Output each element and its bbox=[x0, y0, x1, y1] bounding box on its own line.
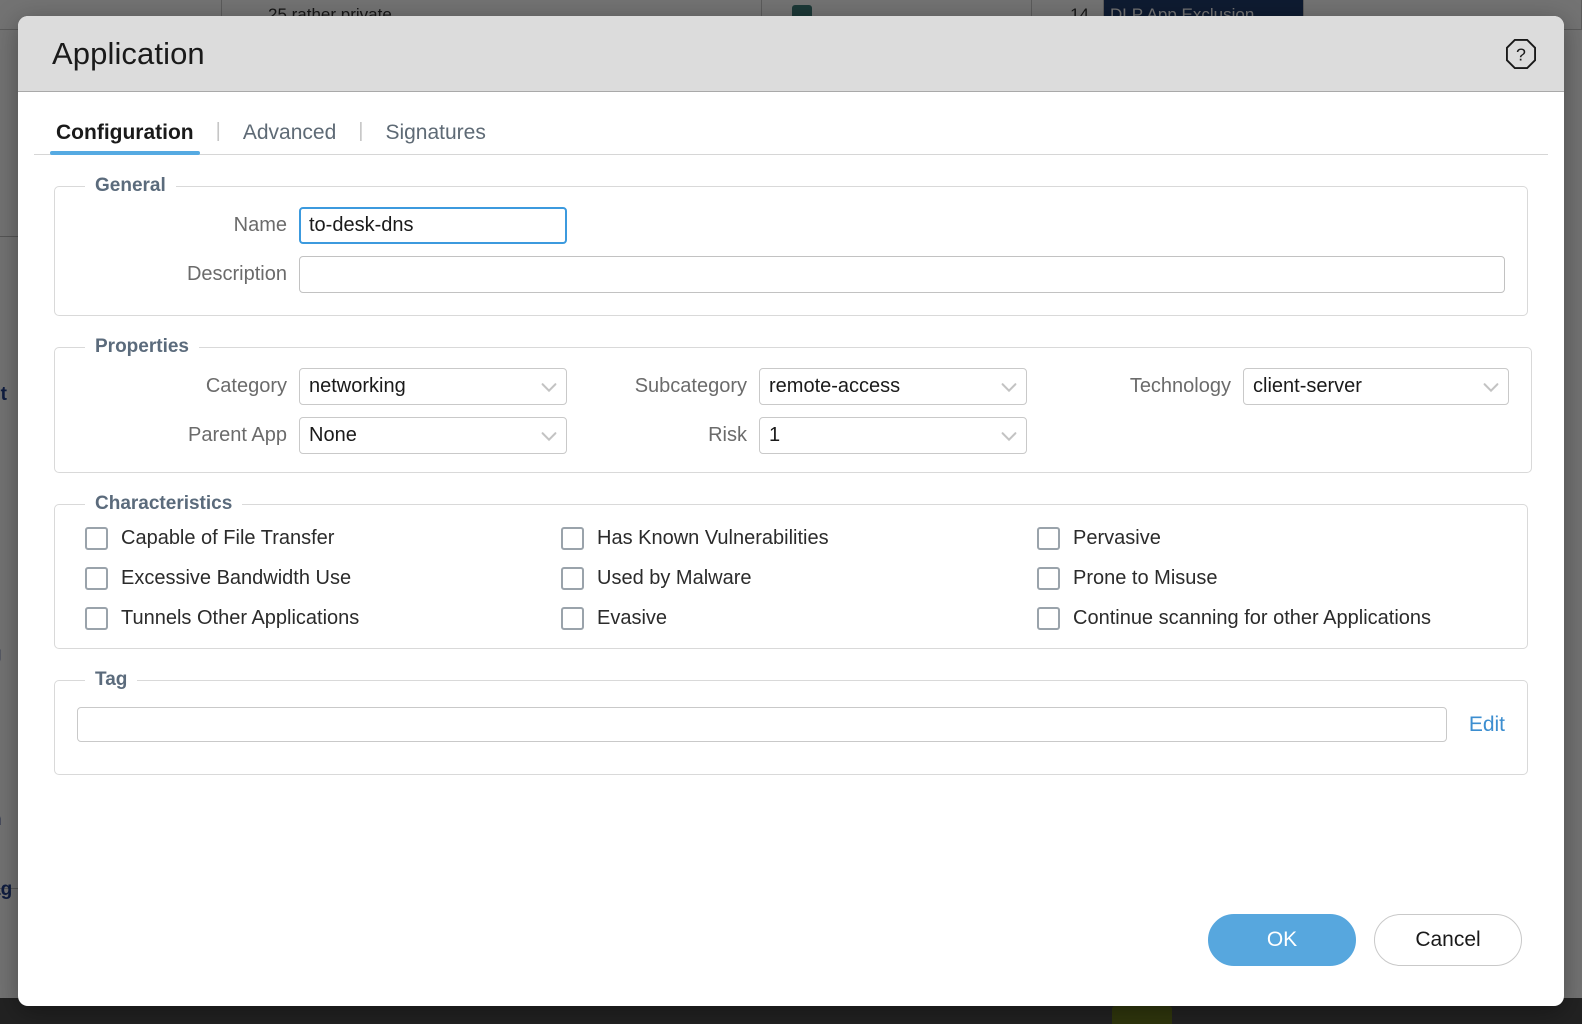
tag-input[interactable] bbox=[77, 707, 1447, 742]
technology-select[interactable]: client-server bbox=[1243, 368, 1509, 405]
tag-row: Edit bbox=[77, 707, 1505, 742]
subcategory-label: Subcategory bbox=[634, 375, 747, 397]
checkbox-capable-of-file-transfer[interactable]: Capable of File Transfer bbox=[85, 527, 561, 550]
category-value: networking bbox=[309, 375, 406, 397]
chevron-down-icon bbox=[1483, 382, 1499, 392]
checkbox-evasive[interactable]: Evasive bbox=[561, 607, 1037, 630]
svg-text:?: ? bbox=[1516, 44, 1526, 64]
cancel-button[interactable]: Cancel bbox=[1374, 914, 1522, 966]
checkbox-label: Excessive Bandwidth Use bbox=[121, 567, 352, 589]
tab-signatures[interactable]: Signatures bbox=[381, 122, 489, 154]
dialog-title: Application bbox=[52, 35, 205, 71]
checkbox-used-by-malware[interactable]: Used by Malware bbox=[561, 567, 1037, 590]
description-label: Description bbox=[186, 263, 287, 285]
dialog-body: Configuration | Advanced | Signatures Ge… bbox=[18, 92, 1564, 914]
checkbox-box-icon[interactable] bbox=[561, 607, 584, 630]
tab-advanced[interactable]: Advanced bbox=[239, 122, 340, 154]
section-tag: Tag Edit bbox=[54, 669, 1528, 775]
section-general-legend: General bbox=[95, 175, 166, 196]
parent-app-label: Parent App bbox=[188, 424, 287, 446]
checkbox-box-icon[interactable] bbox=[561, 567, 584, 590]
checkbox-label: Evasive bbox=[597, 607, 668, 629]
chevron-down-icon bbox=[1001, 382, 1017, 392]
tab-configuration[interactable]: Configuration bbox=[50, 122, 200, 155]
risk-label: Risk bbox=[708, 424, 747, 446]
chevron-down-icon bbox=[541, 431, 557, 441]
checkbox-label: Pervasive bbox=[1073, 527, 1161, 549]
category-select[interactable]: networking bbox=[299, 368, 567, 405]
checkbox-label: Capable of File Transfer bbox=[121, 527, 335, 549]
checkbox-label: Has Known Vulnerabilities bbox=[597, 527, 829, 549]
subcategory-select[interactable]: remote-access bbox=[759, 368, 1027, 405]
dialog-footer: OK Cancel bbox=[18, 914, 1564, 1006]
tab-separator: | bbox=[358, 120, 364, 142]
checkbox-has-known-vulnerabilities[interactable]: Has Known Vulnerabilities bbox=[561, 527, 1037, 550]
checkbox-box-icon[interactable] bbox=[85, 527, 108, 550]
field-row-description: Description bbox=[77, 256, 1505, 293]
checkbox-box-icon[interactable] bbox=[561, 527, 584, 550]
checkbox-label: Tunnels Other Applications bbox=[121, 607, 360, 629]
field-row-parent-app: Parent App None Risk 1 bbox=[77, 417, 1509, 454]
chevron-down-icon bbox=[541, 382, 557, 392]
parent-app-value: None bbox=[309, 424, 357, 446]
checkbox-continue-scanning-for-other-applications[interactable]: Continue scanning for other Applications bbox=[1037, 607, 1505, 630]
field-row-name: Name bbox=[77, 207, 1505, 244]
name-input[interactable] bbox=[299, 207, 567, 244]
checkbox-label: Used by Malware bbox=[597, 567, 752, 589]
checkbox-box-icon[interactable] bbox=[1037, 527, 1060, 550]
checkbox-box-icon[interactable] bbox=[1037, 607, 1060, 630]
checkbox-label: Prone to Misuse bbox=[1073, 567, 1218, 589]
section-properties-legend: Properties bbox=[95, 336, 189, 357]
risk-value: 1 bbox=[769, 424, 781, 446]
help-question-icon[interactable]: ? bbox=[1506, 38, 1536, 69]
checkbox-box-icon[interactable] bbox=[85, 607, 108, 630]
tab-separator: | bbox=[215, 120, 221, 142]
section-general: General Name Description bbox=[54, 175, 1528, 316]
page-root: 25 rather private 14 DLP App Exclusion s… bbox=[0, 0, 1582, 1024]
section-characteristics: Characteristics Capable of File Transfer… bbox=[54, 493, 1528, 649]
characteristics-grid: Capable of File Transfer Has Known Vulne… bbox=[77, 527, 1505, 630]
category-label: Category bbox=[205, 375, 287, 397]
checkbox-box-icon[interactable] bbox=[1037, 567, 1060, 590]
checkbox-box-icon[interactable] bbox=[85, 567, 108, 590]
checkbox-excessive-bandwidth-use[interactable]: Excessive Bandwidth Use bbox=[85, 567, 561, 590]
dialog-header: Application ? bbox=[18, 16, 1564, 92]
field-row-category: Category networking Subcategory remote-a… bbox=[77, 368, 1509, 405]
subcategory-value: remote-access bbox=[769, 375, 901, 397]
checkbox-tunnels-other-applications[interactable]: Tunnels Other Applications bbox=[85, 607, 561, 630]
technology-value: client-server bbox=[1253, 375, 1362, 397]
tag-edit-link[interactable]: Edit bbox=[1469, 713, 1505, 737]
chevron-down-icon bbox=[1001, 431, 1017, 441]
name-label: Name bbox=[233, 214, 287, 236]
section-tag-legend: Tag bbox=[95, 669, 128, 690]
section-characteristics-legend: Characteristics bbox=[95, 493, 233, 514]
dialog-tabs: Configuration | Advanced | Signatures bbox=[34, 92, 1548, 155]
parent-app-select[interactable]: None bbox=[299, 417, 567, 454]
checkbox-label: Continue scanning for other Applications bbox=[1073, 607, 1432, 629]
technology-label: Technology bbox=[1129, 375, 1231, 397]
description-input[interactable] bbox=[299, 256, 1505, 293]
ok-button[interactable]: OK bbox=[1208, 914, 1356, 966]
checkbox-prone-to-misuse[interactable]: Prone to Misuse bbox=[1037, 567, 1505, 590]
risk-select[interactable]: 1 bbox=[759, 417, 1027, 454]
section-properties: Properties Category networking Subcatego… bbox=[54, 336, 1532, 473]
application-dialog: Application ? Configuration | Advanced |… bbox=[18, 16, 1564, 1006]
checkbox-pervasive[interactable]: Pervasive bbox=[1037, 527, 1505, 550]
